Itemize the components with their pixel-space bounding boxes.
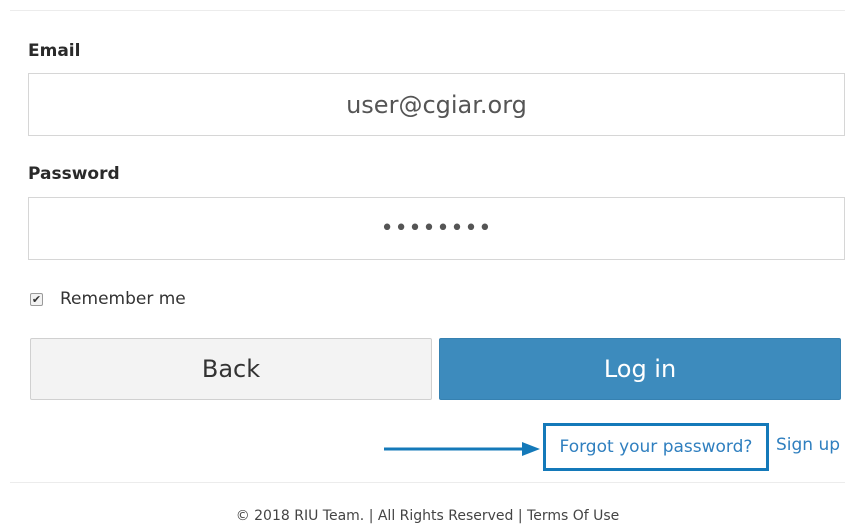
checkmark-icon: ✔ <box>31 292 42 306</box>
bottom-divider <box>10 482 845 483</box>
top-divider <box>10 10 845 11</box>
password-field[interactable]: •••••••• <box>28 197 845 260</box>
remember-me-checkbox[interactable]: ✔ <box>30 292 43 306</box>
forgot-password-link[interactable]: Forgot your password? <box>560 437 753 457</box>
email-label: Email <box>28 41 81 61</box>
remember-me-label[interactable]: Remember me <box>60 289 186 309</box>
forgot-password-highlight: Forgot your password? <box>543 423 769 471</box>
back-button[interactable]: Back <box>30 338 432 400</box>
login-page: Email user@cgiar.org Password •••••••• ✔… <box>0 0 855 528</box>
arrow-right-icon <box>384 442 540 456</box>
footer-text: © 2018 RIU Team. | All Rights Reserved |… <box>235 508 620 524</box>
email-field[interactable]: user@cgiar.org <box>28 73 845 136</box>
remember-me[interactable]: ✔ Remember me <box>30 289 186 309</box>
login-button[interactable]: Log in <box>439 338 841 400</box>
sign-up-link[interactable]: Sign up <box>776 435 840 455</box>
password-label: Password <box>28 164 120 184</box>
